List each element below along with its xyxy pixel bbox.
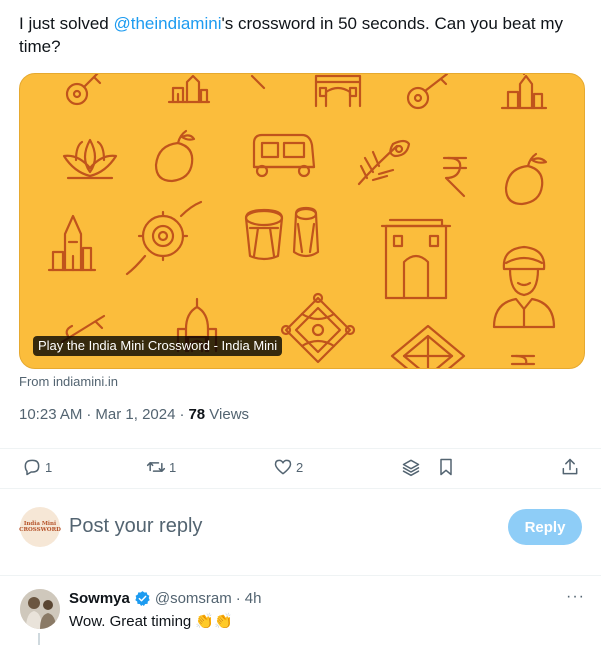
tabla-icon bbox=[244, 206, 320, 261]
compose-reply: India Mini CROSSWORD Post your reply Rep… bbox=[0, 488, 601, 576]
bookmark-action[interactable] bbox=[436, 455, 456, 479]
repost-action[interactable]: 1 bbox=[146, 455, 176, 479]
lotus-icon bbox=[62, 138, 118, 180]
layers-icon bbox=[402, 459, 420, 477]
reply-text: Wow. Great timing 👏👏 bbox=[69, 613, 233, 630]
reply-icon bbox=[24, 459, 40, 476]
share-icon bbox=[562, 458, 578, 475]
temple-icon bbox=[47, 214, 97, 272]
tweet-meta: 10:23 AM · Mar 1, 2024 · 78 Views bbox=[19, 406, 249, 423]
tweet-time[interactable]: 10:23 AM bbox=[19, 406, 82, 423]
sitar-icon bbox=[65, 74, 102, 106]
rupee-icon bbox=[442, 156, 468, 198]
card-title-badge: Play the India Mini Crossword - India Mi… bbox=[33, 336, 283, 356]
like-action[interactable]: 2 bbox=[273, 455, 303, 479]
meta-separator: · bbox=[179, 406, 185, 423]
reply-button[interactable]: Reply bbox=[508, 509, 582, 545]
share-action[interactable] bbox=[560, 455, 580, 479]
tweet-date[interactable]: Mar 1, 2024 bbox=[95, 406, 175, 423]
link-card[interactable]: Play the India Mini Crossword - India Mi… bbox=[19, 73, 585, 369]
auto-rickshaw-icon bbox=[252, 133, 316, 178]
views-label: Views bbox=[209, 406, 250, 423]
india-gate-icon bbox=[380, 218, 452, 300]
reply-count: 1 bbox=[45, 459, 53, 475]
avatar[interactable] bbox=[20, 589, 60, 629]
avatar-text-bottom: CROSSWORD bbox=[19, 527, 61, 533]
kolam-icon bbox=[280, 292, 356, 364]
rupee-icon bbox=[250, 74, 266, 90]
card-source[interactable]: From indiamini.in bbox=[19, 374, 118, 389]
mango-icon bbox=[504, 152, 548, 206]
rupee-icon bbox=[510, 354, 536, 366]
meta-separator: · bbox=[235, 590, 241, 607]
tweet-text: I just solved @theindiamini's crossword … bbox=[19, 12, 589, 58]
thread-line bbox=[38, 633, 40, 645]
bookmark-icon bbox=[440, 458, 452, 476]
reply-action[interactable]: 1 bbox=[22, 455, 52, 479]
reply-post[interactable]: Sowmya @somsram · 4h ··· Wow. Great timi… bbox=[0, 578, 601, 645]
avatar-photo-icon bbox=[20, 589, 60, 629]
reply-input[interactable]: Post your reply bbox=[69, 515, 202, 538]
kolam-icon bbox=[390, 324, 466, 368]
reply-author-name[interactable]: Sowmya bbox=[69, 590, 130, 607]
heart-icon bbox=[274, 459, 292, 475]
temple-icon bbox=[500, 74, 548, 110]
peacock-feather-icon bbox=[357, 139, 411, 186]
temple-icon bbox=[167, 74, 211, 104]
sitar-icon bbox=[406, 74, 449, 110]
reply-author-handle[interactable]: @somsram bbox=[155, 590, 232, 607]
mention-link[interactable]: @theindiamini bbox=[114, 14, 222, 33]
more-options-icon[interactable]: ··· bbox=[566, 588, 585, 606]
repost-count: 1 bbox=[169, 459, 177, 475]
bookmark-layers-action[interactable] bbox=[401, 455, 421, 479]
reply-header: Sowmya @somsram · 4h bbox=[69, 590, 261, 607]
mango-icon bbox=[154, 129, 196, 183]
like-count: 2 bbox=[296, 459, 304, 475]
views-count: 78 bbox=[188, 406, 206, 423]
action-bar: 1 1 2 bbox=[0, 448, 601, 486]
repost-icon bbox=[146, 462, 166, 472]
gateway-icon bbox=[314, 74, 362, 108]
verified-badge-icon bbox=[135, 591, 150, 606]
tweet-text-before: I just solved bbox=[19, 14, 114, 33]
reply-time[interactable]: 4h bbox=[245, 590, 262, 607]
turban-man-icon bbox=[492, 245, 556, 329]
rakhi-icon bbox=[125, 200, 203, 276]
card-pattern-image bbox=[47, 74, 556, 368]
avatar[interactable]: India Mini CROSSWORD bbox=[19, 507, 61, 547]
meta-separator: · bbox=[86, 406, 92, 423]
